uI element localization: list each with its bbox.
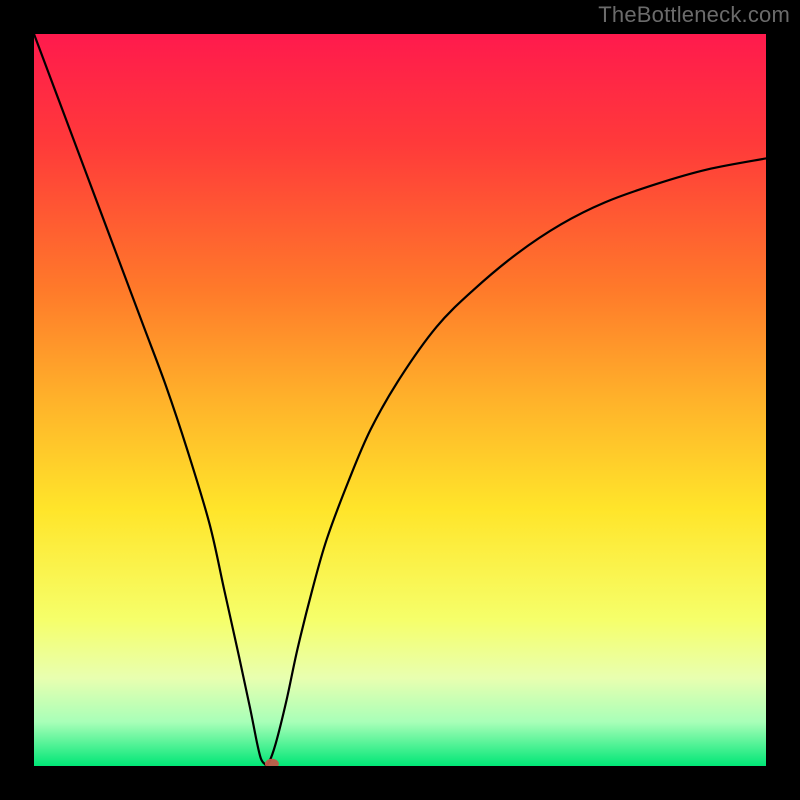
chart-svg xyxy=(34,34,766,766)
chart-plot-area xyxy=(34,34,766,766)
watermark-text: TheBottleneck.com xyxy=(598,2,790,28)
gradient-background xyxy=(34,34,766,766)
chart-frame: TheBottleneck.com xyxy=(0,0,800,800)
